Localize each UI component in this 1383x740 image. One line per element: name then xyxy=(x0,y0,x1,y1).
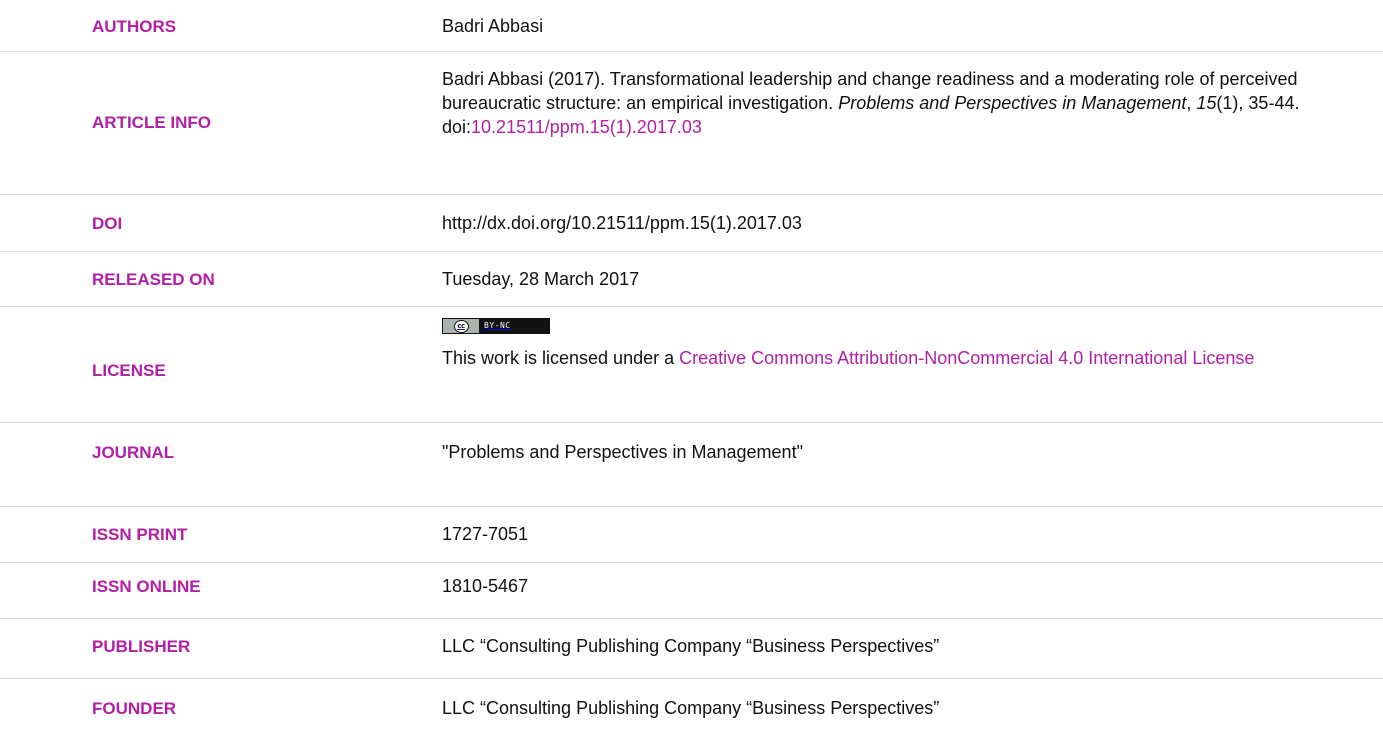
cc-by-nc-badge[interactable]: cc BY-NC xyxy=(442,318,550,334)
label-released-on: RELEASED ON xyxy=(92,270,215,289)
license-link[interactable]: Creative Commons Attribution-NonCommerci… xyxy=(679,348,1254,368)
row-doi: DOI http://dx.doi.org/10.21511/ppm.15(1)… xyxy=(0,195,1383,252)
value-founder: LLC “Consulting Publishing Company “Busi… xyxy=(442,698,940,718)
label-authors: AUTHORS xyxy=(92,17,177,36)
cc-logo-icon: cc xyxy=(443,319,479,333)
label-license: LICENSE xyxy=(92,361,166,380)
label-doi: DOI xyxy=(92,214,123,233)
value-issn-print: 1727-7051 xyxy=(442,524,529,544)
value-publisher: LLC “Consulting Publishing Company “Busi… xyxy=(442,636,940,656)
row-license: LICENSE cc BY-NC This work is licensed u… xyxy=(0,307,1383,423)
label-article-info: ARTICLE INFO xyxy=(92,113,211,132)
cc-badge-terms: BY-NC xyxy=(484,321,511,330)
label-publisher: PUBLISHER xyxy=(92,637,191,656)
citation-volume: 15 xyxy=(1196,93,1217,113)
value-journal: "Problems and Perspectives in Management… xyxy=(442,442,803,462)
value-authors: Badri Abbasi xyxy=(442,16,544,36)
row-authors: AUTHORS Badri Abbasi xyxy=(0,0,1383,52)
row-journal: JOURNAL "Problems and Perspectives in Ma… xyxy=(0,423,1383,507)
citation-comma: , xyxy=(1186,93,1197,113)
row-released-on: RELEASED ON Tuesday, 28 March 2017 xyxy=(0,252,1383,307)
label-founder: FOUNDER xyxy=(92,699,177,718)
value-article-info: Badri Abbasi (2017). Transformational le… xyxy=(442,67,1342,139)
row-issn-print: ISSN PRINT 1727-7051 xyxy=(0,507,1383,563)
article-metadata-sheet: AUTHORS Badri Abbasi ARTICLE INFO Badri … xyxy=(0,0,1383,740)
citation-doi-prefix: doi: xyxy=(442,117,472,137)
label-journal: JOURNAL xyxy=(92,443,175,462)
row-article-info: ARTICLE INFO Badri Abbasi (2017). Transf… xyxy=(0,52,1383,195)
citation-journal: Problems and Perspectives in Management xyxy=(838,93,1187,113)
value-doi: http://dx.doi.org/10.21511/ppm.15(1).201… xyxy=(442,213,802,233)
value-issn-online: 1810-5467 xyxy=(442,576,529,596)
row-founder: FOUNDER LLC “Consulting Publishing Compa… xyxy=(0,679,1383,740)
value-released-on: Tuesday, 28 March 2017 xyxy=(442,269,640,289)
label-issn-print: ISSN PRINT xyxy=(92,525,188,544)
citation-doi-link[interactable]: 10.21511/ppm.15(1).2017.03 xyxy=(471,117,702,137)
label-issn-online: ISSN ONLINE xyxy=(92,577,201,596)
value-license: cc BY-NC xyxy=(442,318,1342,342)
license-text: This work is licensed under a xyxy=(442,348,680,368)
row-issn-online: ISSN ONLINE 1810-5467 xyxy=(0,563,1383,619)
value-license-text: This work is licensed under a Creative C… xyxy=(442,344,1342,372)
citation-issue-pages: (1), 35-44. xyxy=(1216,93,1300,113)
row-publisher: PUBLISHER LLC “Consulting Publishing Com… xyxy=(0,619,1383,679)
